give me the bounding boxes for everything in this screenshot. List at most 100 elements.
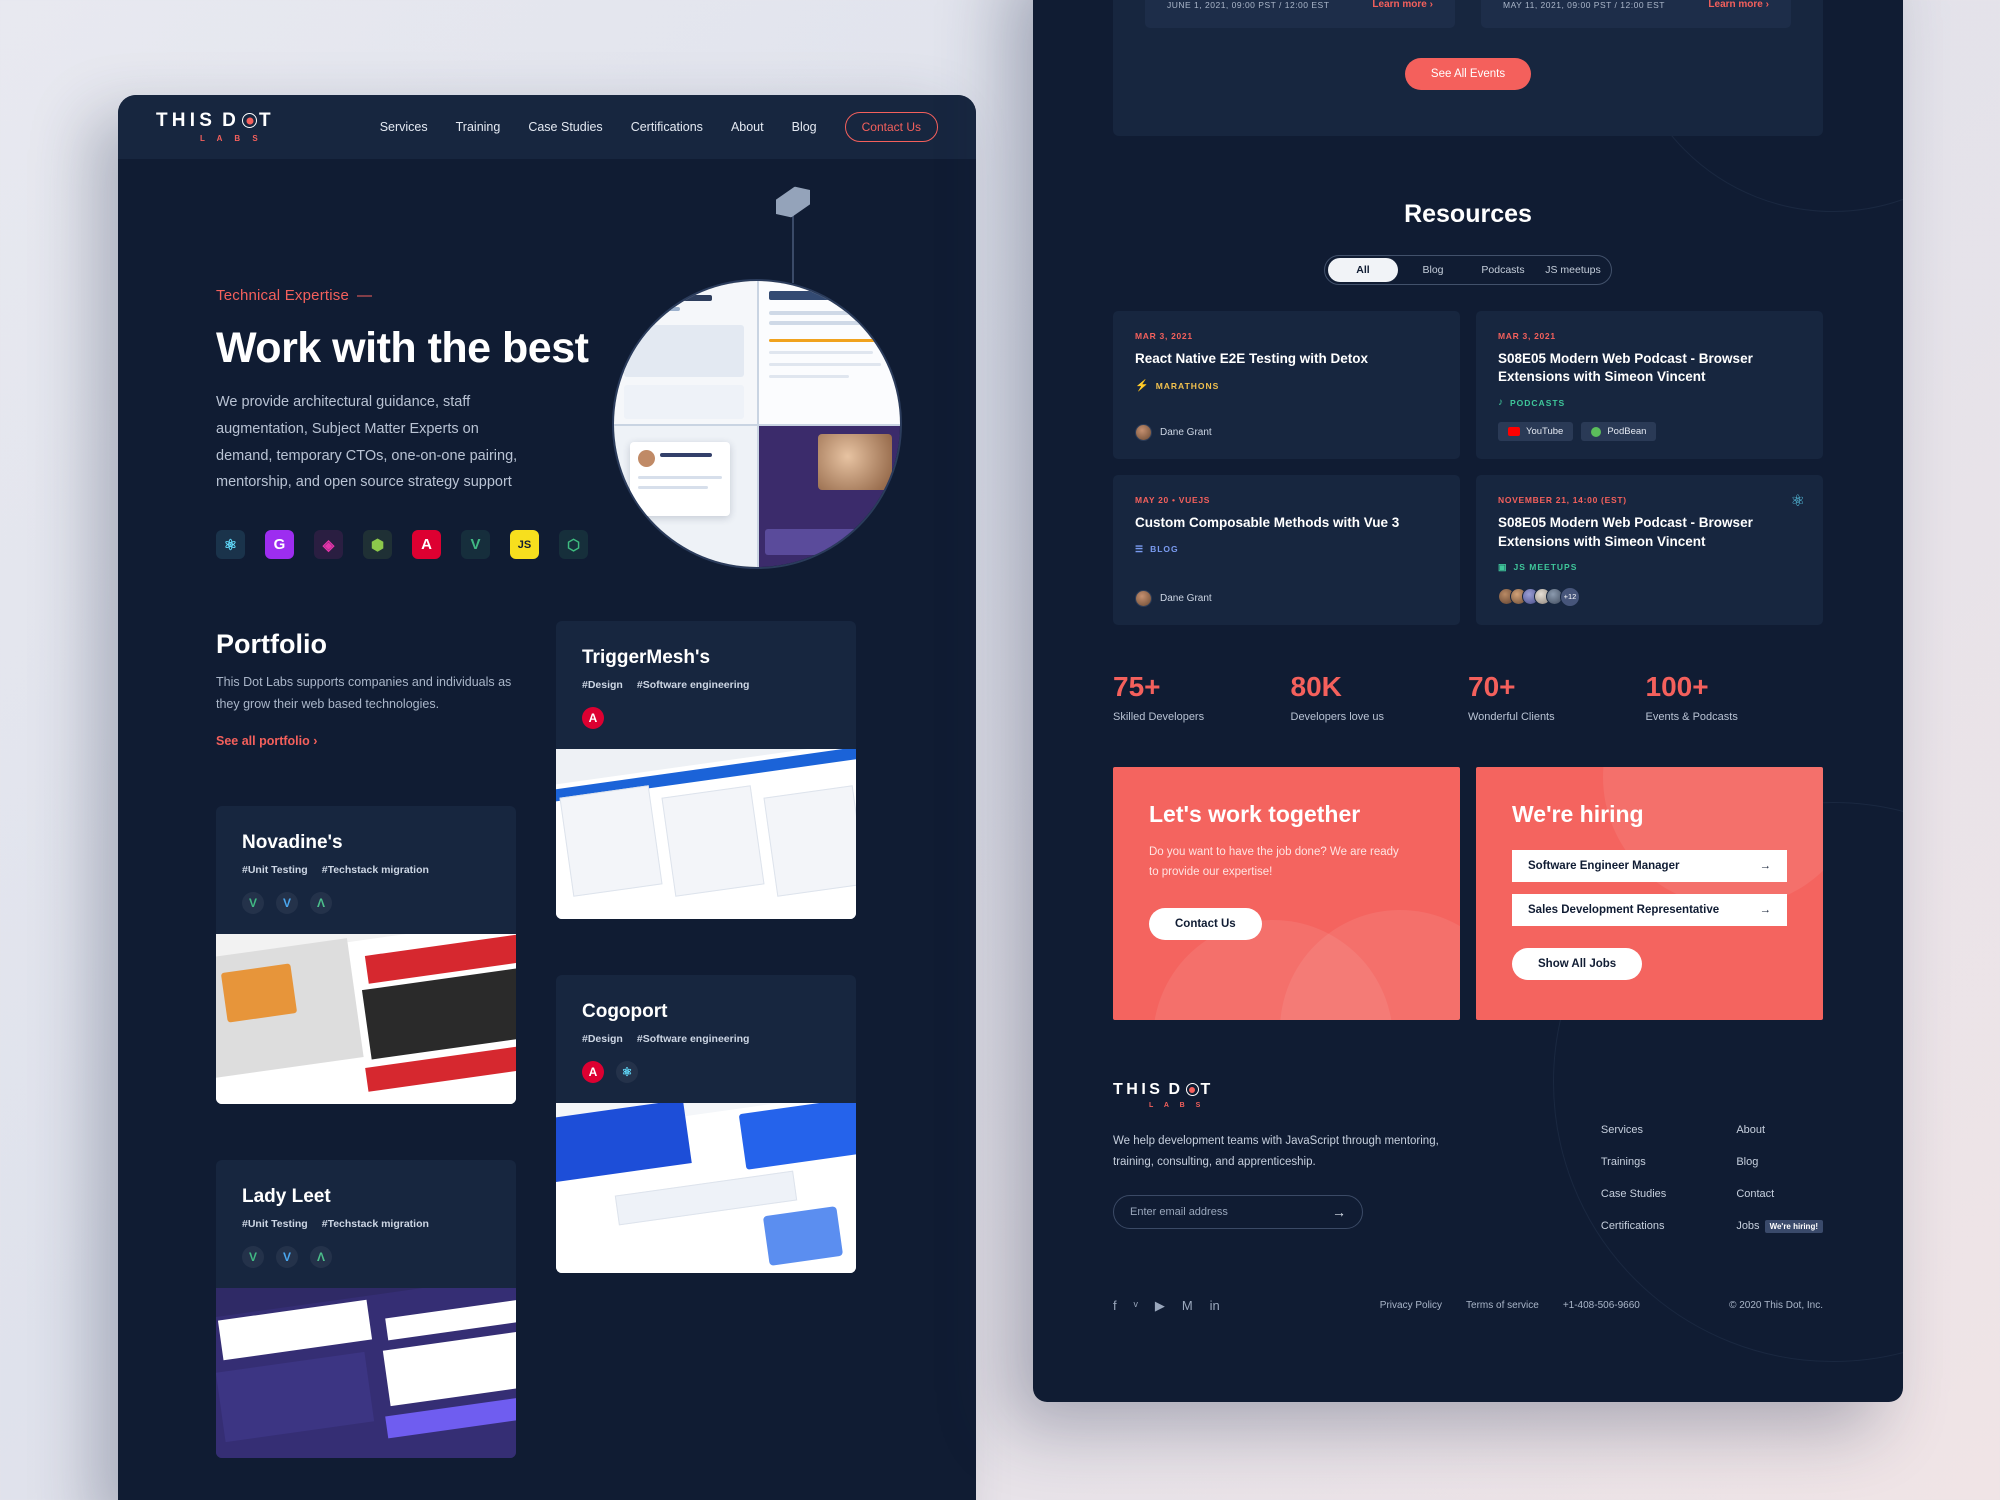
- footer-logo-text-t: T: [1200, 1080, 1214, 1098]
- portfolio-card-ladyleet[interactable]: Lady Leet #Unit Testing #Techstack migra…: [216, 1159, 516, 1458]
- nav-item-training[interactable]: Training: [456, 120, 501, 134]
- resources-grid: MAR 3, 2021 React Native E2E Testing wit…: [1113, 311, 1823, 625]
- contact-us-button[interactable]: Contact Us: [844, 112, 938, 142]
- resource-chip-row: YouTube PodBean: [1498, 408, 1801, 442]
- twitter-icon[interactable]: ᵛ: [1134, 1298, 1138, 1313]
- footer-logo[interactable]: THIS D T: [1113, 1080, 1443, 1098]
- nav-item-case-studies[interactable]: Case Studies: [528, 120, 602, 134]
- event-card[interactable]: Modern Web | State of A11Y MAY 11, 2021,…: [1481, 0, 1791, 28]
- portfolio-card-cogoport[interactable]: Cogoport #Design #Software engineering A…: [556, 975, 856, 1273]
- footer-link-about[interactable]: About: [1736, 1124, 1823, 1136]
- phone-number[interactable]: +1-408-506-9660: [1563, 1300, 1640, 1311]
- footer-link-blog[interactable]: Blog: [1736, 1156, 1823, 1168]
- nav-item-about[interactable]: About: [731, 120, 764, 134]
- portfolio-screenshot-novadine: [216, 933, 516, 1104]
- decor-blob: [1603, 766, 1823, 907]
- logo-wordmark: THIS D T: [156, 111, 275, 130]
- portfolio-card-title: Cogoport: [582, 1001, 668, 1022]
- tab-blog[interactable]: Blog: [1398, 258, 1468, 282]
- nodejs-icon: ⬢: [363, 530, 392, 560]
- portfolio-card-novadine[interactable]: Novadine's #Unit Testing #Techstack migr…: [216, 805, 516, 1104]
- event-card[interactable]: Getting Started with GraphQL | June 2021…: [1145, 0, 1455, 28]
- avatar: [1135, 589, 1152, 607]
- event-learn-more-link[interactable]: Learn more ›: [1372, 0, 1433, 10]
- see-all-portfolio-link[interactable]: See all portfolio ›: [216, 734, 317, 748]
- footer-link-contact[interactable]: Contact: [1736, 1188, 1823, 1200]
- resource-card[interactable]: MAR 3, 2021 S08E05 Modern Web Podcast - …: [1476, 311, 1823, 460]
- portfolio-right-column: TriggerMesh's #Design #Software engineer…: [556, 621, 856, 1458]
- attendee-avatars: +12: [1498, 586, 1580, 607]
- event-learn-more-link[interactable]: Learn more ›: [1708, 0, 1769, 10]
- copyright-text: © 2020 This Dot, Inc.: [1729, 1300, 1823, 1312]
- cta-work-title: Let's work together: [1149, 800, 1361, 827]
- portfolio-card-title: Novadine's: [242, 831, 343, 853]
- stat-label: Developers love us: [1290, 710, 1385, 723]
- portfolio-tag: #Software engineering: [636, 679, 750, 691]
- email-input[interactable]: [1130, 1206, 1332, 1219]
- portfolio-card-header: Cogoport #Design #Software engineering A…: [556, 975, 856, 1103]
- youtube-icon[interactable]: ▶: [1155, 1298, 1165, 1314]
- stat-value: 75+: [1113, 670, 1161, 702]
- logo[interactable]: THIS D T L A B S: [156, 111, 275, 143]
- portfolio-description: This Dot Labs supports companies and ind…: [216, 675, 512, 711]
- vue-icon: V: [242, 1245, 264, 1268]
- portfolio-tag: #Design: [582, 1033, 623, 1045]
- footer-link-services[interactable]: Services: [1601, 1124, 1666, 1136]
- footer-logo-text-this: THIS: [1113, 1080, 1164, 1098]
- youtube-chip[interactable]: YouTube: [1498, 422, 1574, 442]
- portfolio-tag: #Unit Testing: [242, 1217, 308, 1230]
- terms-of-service-link[interactable]: Terms of service: [1466, 1300, 1539, 1311]
- show-all-jobs-button[interactable]: Show All Jobs: [1512, 947, 1643, 980]
- nav-item-services[interactable]: Services: [380, 120, 428, 134]
- stat-label: Skilled Developers: [1113, 710, 1205, 723]
- footer-column-1: Services Trainings Case Studies Certific…: [1601, 1124, 1666, 1252]
- hero-section: Technical Expertise — Work with the best …: [118, 159, 976, 629]
- resource-author: Dane Grant: [1160, 427, 1212, 439]
- job-listing-row[interactable]: Sales Development Representative →: [1512, 893, 1787, 926]
- resource-title: Custom Composable Methods with Vue 3: [1135, 515, 1400, 531]
- stat-item: 80K Developers love us: [1291, 671, 1469, 723]
- footer-link-trainings[interactable]: Trainings: [1601, 1156, 1666, 1168]
- footer-wrapper: THIS D T L A B S We help development tea…: [1033, 1080, 1903, 1354]
- portfolio-card-icons: A: [582, 707, 830, 729]
- nav-item-certifications[interactable]: Certifications: [631, 120, 703, 134]
- resource-category: ☰ BLOG: [1135, 544, 1438, 555]
- portfolio-card-icons: V V Λ: [242, 1245, 490, 1268]
- footer-link-jobs[interactable]: Jobs We're hiring!: [1736, 1219, 1823, 1233]
- nav-item-blog[interactable]: Blog: [792, 120, 817, 134]
- see-all-events-button[interactable]: See All Events: [1404, 58, 1532, 90]
- job-listing-row[interactable]: Software Engineer Manager →: [1512, 849, 1787, 882]
- portfolio-tag: #Design: [582, 679, 623, 691]
- resource-card[interactable]: ⚛ NOVEMBER 21, 14:00 (EST) S08E05 Modern…: [1476, 475, 1823, 625]
- medium-icon[interactable]: M: [1182, 1298, 1193, 1313]
- footer-legal-links: Privacy Policy Terms of service +1-408-5…: [1380, 1300, 1640, 1311]
- footer-left: THIS D T L A B S We help development tea…: [1113, 1080, 1443, 1252]
- tab-all[interactable]: All: [1328, 258, 1398, 282]
- react-icon: ⚛: [216, 530, 245, 560]
- privacy-policy-link[interactable]: Privacy Policy: [1380, 1300, 1442, 1311]
- footer-link-case-studies[interactable]: Case Studies: [1601, 1188, 1666, 1200]
- site-footer: THIS D T L A B S We help development tea…: [1113, 1080, 1823, 1252]
- hero-thumb-3: [614, 424, 757, 567]
- portfolio-tag: #Unit Testing: [242, 863, 308, 876]
- resource-category-label: MARATHONS: [1155, 380, 1220, 391]
- resource-card[interactable]: MAR 3, 2021 React Native E2E Testing wit…: [1113, 311, 1460, 460]
- resource-title: S08E05 Modern Web Podcast - Browser Exte…: [1498, 515, 1753, 549]
- angular-icon: A: [582, 1061, 604, 1083]
- linkedin-icon[interactable]: in: [1210, 1298, 1220, 1313]
- hero-image-cluster: [612, 279, 902, 569]
- stat-item: 100+ Events & Podcasts: [1646, 671, 1824, 723]
- cta-contact-us-button[interactable]: Contact Us: [1149, 908, 1262, 941]
- tab-podcasts[interactable]: Podcasts: [1468, 258, 1538, 282]
- resource-card[interactable]: MAY 20 • VUEJS Custom Composable Methods…: [1113, 475, 1460, 625]
- facebook-icon[interactable]: f: [1113, 1298, 1117, 1313]
- newsletter-form[interactable]: →: [1113, 1195, 1363, 1230]
- portfolio-card-tags: #Unit Testing #Techstack migration: [242, 864, 490, 876]
- portfolio-card-triggermesh[interactable]: TriggerMesh's #Design #Software engineer…: [556, 621, 856, 919]
- podbean-chip[interactable]: PodBean: [1581, 422, 1657, 442]
- logo-text-t: T: [259, 110, 275, 131]
- footer-link-certifications[interactable]: Certifications: [1601, 1220, 1666, 1232]
- submit-arrow-icon[interactable]: →: [1332, 1204, 1346, 1220]
- podcast-icon: ♪: [1498, 397, 1504, 409]
- tab-js-meetups[interactable]: JS meetups: [1538, 258, 1608, 282]
